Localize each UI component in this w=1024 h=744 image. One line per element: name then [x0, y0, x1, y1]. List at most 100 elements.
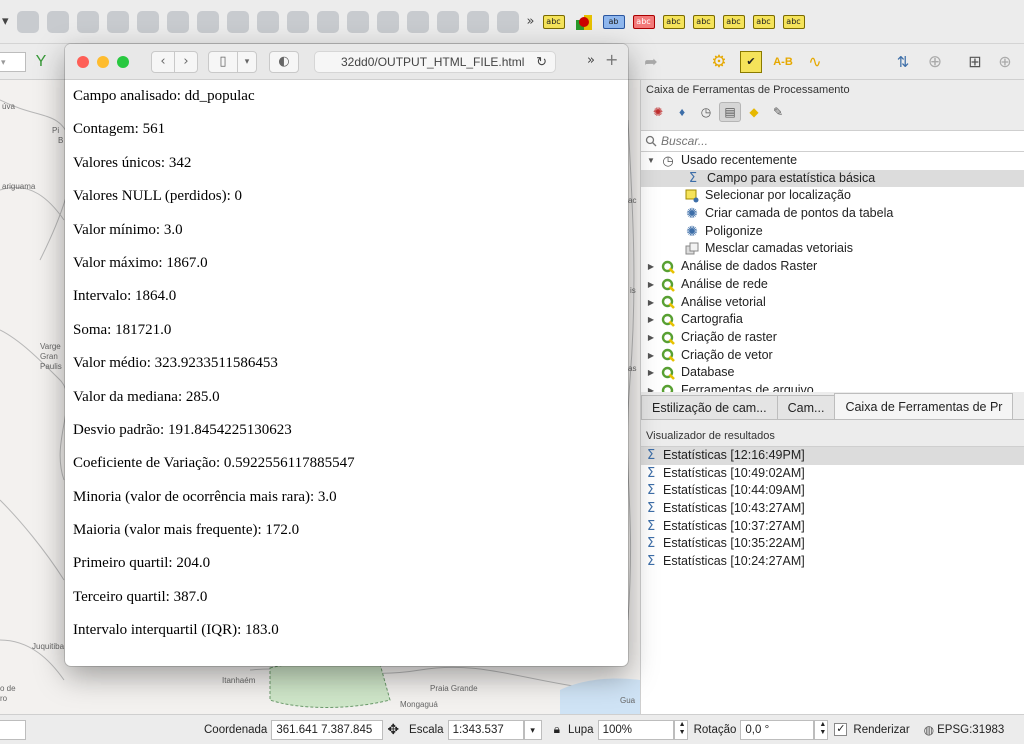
- globe-icon[interactable]: ⊞: [964, 51, 986, 73]
- result-item[interactable]: Σ Estatísticas [12:16:49PM]: [641, 447, 1024, 465]
- scale-dropdown-icon[interactable]: ▾: [523, 719, 542, 740]
- toolbar-combo[interactable]: ▾: [0, 51, 26, 72]
- toolbar-overflow-icon[interactable]: »: [587, 53, 595, 68]
- expanded-arrow-icon[interactable]: ▼: [645, 152, 657, 170]
- scale-field[interactable]: 1:343.537: [447, 719, 524, 740]
- digitize-tool-icon[interactable]: [46, 10, 69, 33]
- back-button[interactable]: ‹: [151, 50, 175, 73]
- plugin-icon[interactable]: ⊕: [994, 51, 1016, 73]
- move-selection-icon[interactable]: ⇅: [892, 51, 914, 73]
- tree-provider[interactable]: ▶ Cartografia: [641, 311, 1024, 329]
- tab-processing-toolbox[interactable]: Caixa de Ferramentas de Pr: [834, 393, 1014, 419]
- result-item[interactable]: Σ Estatísticas [10:44:09AM]: [641, 482, 1024, 500]
- minimize-window-button[interactable]: [97, 55, 109, 68]
- digitize-tool-icon[interactable]: [256, 10, 279, 33]
- lock-icon[interactable]: 🔒︎: [554, 722, 560, 737]
- collapsed-arrow-icon[interactable]: ▶: [645, 311, 657, 329]
- label-remove-icon[interactable]: abc: [632, 11, 655, 33]
- rotation-field[interactable]: 0,0 °: [740, 719, 815, 740]
- label-diagram-icon[interactable]: [573, 11, 595, 33]
- toolbox-search[interactable]: [641, 130, 1024, 152]
- digitize-tool-icon[interactable]: [166, 10, 189, 33]
- crosshair-icon[interactable]: ⊕: [924, 51, 946, 73]
- toolbar-overflow-icon[interactable]: »: [527, 14, 535, 29]
- collapsed-arrow-icon[interactable]: ▶: [645, 258, 657, 276]
- digitize-tool-icon[interactable]: [76, 10, 99, 33]
- collapsed-arrow-icon[interactable]: ▶: [645, 294, 657, 312]
- text-replace-icon[interactable]: A-B: [772, 51, 794, 73]
- label-tool-icon[interactable]: abc: [542, 11, 565, 33]
- tree-provider[interactable]: ▶ Criação de raster: [641, 329, 1024, 347]
- tree-item-recent[interactable]: ✺ Criar camada de pontos da tabela: [641, 205, 1024, 223]
- result-item[interactable]: Σ Estatísticas [10:37:27AM]: [641, 518, 1024, 536]
- magnifier-stepper[interactable]: ▲ ▼: [673, 719, 688, 740]
- collapsed-arrow-icon[interactable]: ▶: [645, 382, 657, 392]
- result-item[interactable]: Σ Estatísticas [10:24:27AM]: [641, 553, 1024, 571]
- models-icon[interactable]: ✺: [647, 102, 669, 122]
- tree-provider[interactable]: ▶ Criação de vetor: [641, 347, 1024, 365]
- processing-gears-icon[interactable]: ⚙: [708, 51, 730, 73]
- options-wrench-icon[interactable]: ✎: [767, 102, 789, 122]
- collapsed-arrow-icon[interactable]: ▶: [645, 329, 657, 347]
- label-show-icon[interactable]: abc: [692, 11, 715, 33]
- coordinate-toggle-icon[interactable]: ✥: [387, 721, 399, 738]
- search-input[interactable]: [657, 134, 987, 148]
- tab-layers[interactable]: Cam...: [776, 395, 836, 419]
- collapsed-arrow-icon[interactable]: ▶: [645, 364, 657, 382]
- history-icon[interactable]: ◷: [695, 102, 717, 122]
- digitize-tool-icon[interactable]: [286, 10, 309, 33]
- close-window-button[interactable]: [77, 55, 89, 68]
- crs-label[interactable]: EPSG:31983: [937, 724, 1004, 736]
- tree-provider[interactable]: ▶ Análise vetorial: [641, 294, 1024, 312]
- render-checkbox[interactable]: ✓: [834, 723, 848, 736]
- digitize-tool-icon[interactable]: [496, 10, 519, 33]
- digitize-tool-icon[interactable]: [346, 10, 369, 33]
- result-item[interactable]: Σ Estatísticas [10:49:02AM]: [641, 465, 1024, 483]
- label-move2-icon[interactable]: abc: [722, 11, 745, 33]
- label-edit-icon[interactable]: abc: [782, 11, 805, 33]
- tree-provider[interactable]: ▶ Database: [641, 364, 1024, 382]
- magnifier-field[interactable]: 100%: [597, 719, 674, 740]
- digitize-tool-icon[interactable]: [106, 10, 129, 33]
- redo-icon[interactable]: ➦: [640, 51, 662, 73]
- digitize-tool-icon[interactable]: [196, 10, 219, 33]
- new-tab-button[interactable]: +: [605, 50, 618, 69]
- tree-provider[interactable]: ▶ Análise de dados Raster: [641, 258, 1024, 276]
- collapsed-arrow-icon[interactable]: ▶: [645, 347, 657, 365]
- label-pin-icon[interactable]: ab: [602, 11, 625, 33]
- forward-button[interactable]: ›: [174, 50, 198, 73]
- python-icon[interactable]: ♦: [671, 102, 693, 122]
- digitize-tool-icon[interactable]: [16, 10, 39, 33]
- tree-group-recent[interactable]: ▼ ◷ Usado recentemente: [641, 152, 1024, 170]
- sidebar-dropdown-button[interactable]: ▾: [237, 50, 257, 73]
- result-item[interactable]: Σ Estatísticas [10:35:22AM]: [641, 535, 1024, 553]
- tab-layer-styling[interactable]: Estilização de cam...: [641, 395, 778, 419]
- tree-item-recent[interactable]: Mesclar camadas vetoriais: [641, 240, 1024, 258]
- results-viewer-icon[interactable]: ▤: [719, 102, 741, 122]
- edit-features-icon[interactable]: ◆: [743, 102, 765, 122]
- crs-globe-icon[interactable]: ◍: [924, 723, 934, 737]
- label-rotate-icon[interactable]: abc: [752, 11, 775, 33]
- collapsed-arrow-icon[interactable]: ▶: [645, 276, 657, 294]
- tree-item-recent[interactable]: Selecionar por localização: [641, 187, 1024, 205]
- coordinate-field[interactable]: 361.641 7.387.845: [271, 719, 384, 740]
- label-move-icon[interactable]: abc: [662, 11, 685, 33]
- url-bar[interactable]: 32dd0/OUTPUT_HTML_FILE.html ↻: [314, 51, 556, 73]
- digitize-tool-icon[interactable]: [466, 10, 489, 33]
- digitize-tool-icon[interactable]: [136, 10, 159, 33]
- digitize-tool-icon[interactable]: [406, 10, 429, 33]
- graph-icon[interactable]: ∿: [804, 51, 826, 73]
- field-calculator-icon[interactable]: ✔: [740, 50, 762, 73]
- vertex-tool-icon[interactable]: Y: [30, 51, 52, 73]
- rotation-stepper[interactable]: ▲ ▼: [814, 719, 829, 740]
- dropdown-arrow-icon[interactable]: ▾: [2, 14, 9, 29]
- result-item[interactable]: Σ Estatísticas [10:43:27AM]: [641, 500, 1024, 518]
- digitize-tool-icon[interactable]: [436, 10, 459, 33]
- tree-item-recent[interactable]: Σ Campo para estatística básica: [641, 169, 1024, 188]
- tree-provider[interactable]: ▶ Ferramentas de arquivo: [641, 382, 1024, 392]
- digitize-tool-icon[interactable]: [316, 10, 339, 33]
- tree-item-recent[interactable]: ✺ Poligonize: [641, 223, 1024, 241]
- zoom-window-button[interactable]: [117, 55, 129, 68]
- sidebar-toggle-button[interactable]: ▯: [208, 50, 238, 73]
- digitize-tool-icon[interactable]: [226, 10, 249, 33]
